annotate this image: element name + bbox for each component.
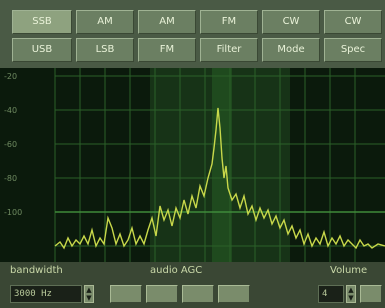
audio-button-1[interactable] — [110, 285, 142, 303]
control-panel: bandwidth 3000 Hz ▲ ▼ audio AGC Volume 4 … — [0, 262, 385, 308]
volume-spinner[interactable]: ▲ ▼ — [346, 285, 356, 303]
toolbar-button-1[interactable]: SSB — [12, 10, 72, 34]
toolbar-button-6[interactable]: CW — [324, 10, 382, 34]
toolbar-button-5[interactable]: CW — [262, 10, 320, 34]
audio-label: audio AGC — [150, 265, 203, 276]
y-tick-label: -80 — [4, 174, 18, 183]
toolbar-button-8[interactable]: LSB — [76, 38, 134, 62]
volume-field[interactable]: 4 — [318, 285, 344, 303]
bandwidth-spinner[interactable]: ▲ ▼ — [84, 285, 94, 303]
bandwidth-label: bandwidth — [10, 265, 63, 276]
mode-toolbar: SSB AM AM FM CW CW USB LSB FM Filter Mod… — [0, 0, 385, 68]
toolbar-button-4[interactable]: FM — [200, 10, 258, 34]
audio-button-3[interactable] — [182, 285, 214, 303]
audio-button-2[interactable] — [146, 285, 178, 303]
toolbar-button-11[interactable]: Mode — [262, 38, 320, 62]
toolbar-button-7[interactable]: USB — [12, 38, 72, 62]
toolbar-button-3[interactable]: AM — [138, 10, 196, 34]
toolbar-button-2[interactable]: AM — [76, 10, 134, 34]
toolbar-button-12[interactable]: Spec — [324, 38, 382, 62]
audio-button-4[interactable] — [218, 285, 250, 303]
y-tick-label: -20 — [4, 72, 18, 81]
spectrum-plot[interactable]: -20 -40 -60 -80 -100 — [0, 68, 385, 262]
y-tick-label: -100 — [4, 208, 23, 217]
y-tick-label: -60 — [4, 140, 18, 149]
spectrum-graph — [0, 68, 385, 262]
volume-label: Volume — [330, 265, 368, 276]
toolbar-button-9[interactable]: FM — [138, 38, 196, 62]
radio-display: SSB AM AM FM CW CW USB LSB FM Filter Mod… — [0, 0, 385, 308]
y-tick-label: -40 — [4, 106, 18, 115]
bandwidth-field[interactable]: 3000 Hz — [10, 285, 82, 303]
toolbar-button-10[interactable]: Filter — [200, 38, 258, 62]
volume-mute-button[interactable] — [360, 285, 382, 303]
